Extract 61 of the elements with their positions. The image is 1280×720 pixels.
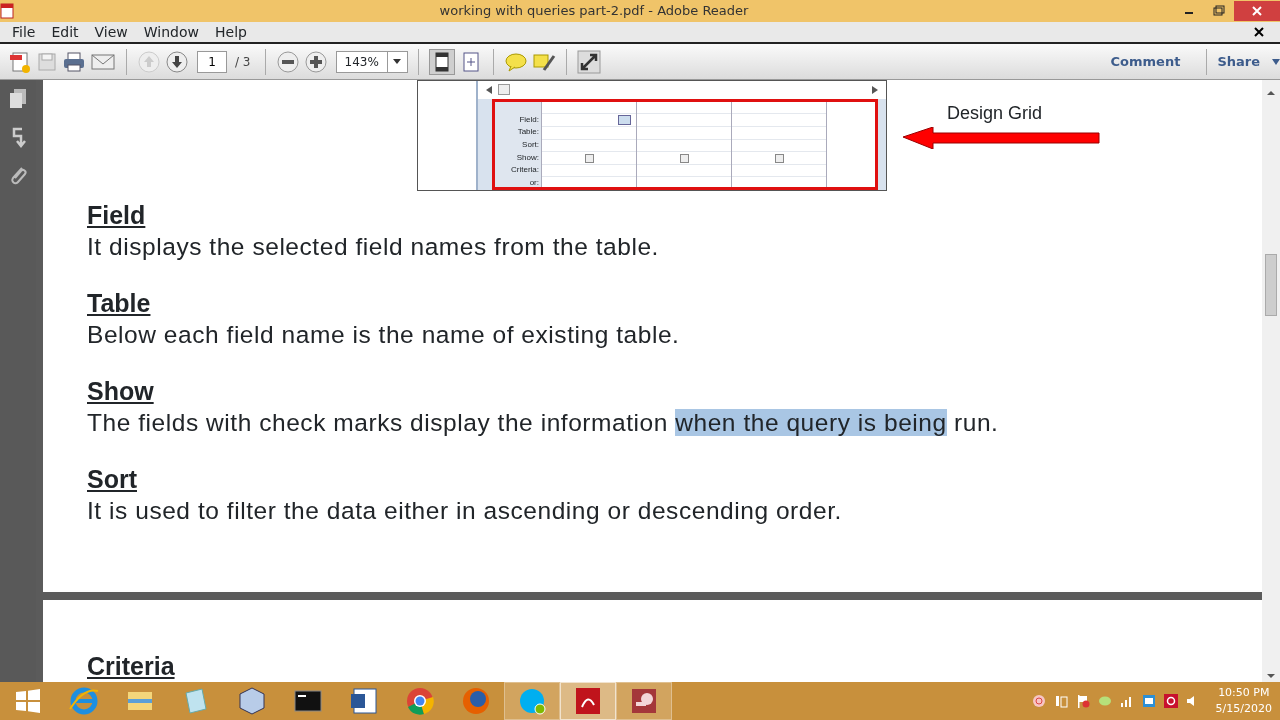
section-text: It displays the selected field names from the table. [87, 232, 660, 262]
section-text: The fields with check marks display the information when the query is being run. [87, 408, 1000, 438]
full-screen-icon[interactable] [576, 49, 601, 74]
page-count: / 3 [235, 53, 251, 71]
word-document-icon [348, 685, 380, 717]
right-arrow-icon [872, 85, 878, 94]
keyboard-icon[interactable] [1141, 694, 1156, 708]
taskbar-button[interactable] [616, 682, 672, 720]
section-text: It is used to filter the data either in ascending or descending order. [87, 496, 843, 526]
browser-e-icon [68, 685, 100, 717]
print-icon[interactable] [62, 50, 86, 73]
cube-icon [236, 685, 268, 717]
grid-row-label: or: [528, 176, 539, 187]
q-app-icon[interactable] [1163, 694, 1178, 708]
callout-label: Design Grid [947, 102, 1044, 125]
page-number-field[interactable]: 1 [197, 50, 227, 73]
grid-row-label: Show: [515, 151, 539, 164]
close-button[interactable] [1234, 1, 1280, 21]
caret-icon[interactable] [393, 59, 402, 64]
pages-icon[interactable] [8, 88, 28, 110]
next-page-icon[interactable] [165, 49, 189, 74]
menu-item[interactable]: Help [207, 21, 255, 43]
create-document-icon[interactable] [8, 49, 32, 74]
window-title: working with queries part-2.pdf - Adobe Reader [438, 2, 750, 21]
section-heading: Field [87, 200, 147, 231]
grid-row-label: Criteria: [510, 164, 539, 177]
pdf-file-icon [0, 3, 14, 19]
section-heading: Criteria [87, 651, 176, 682]
caret-icon[interactable] [1272, 58, 1280, 65]
network-bars-icon[interactable] [1119, 694, 1134, 708]
section-heading: Sort [87, 464, 138, 495]
menu-item[interactable]: Window [135, 21, 207, 43]
chrome-icon [404, 685, 436, 717]
firefox-icon [460, 685, 492, 717]
scrollbar-thumb[interactable] [1265, 254, 1277, 316]
zoom-out-icon[interactable] [275, 49, 300, 74]
grid-row-label: Sort: [521, 139, 539, 151]
left-arrow-icon [486, 85, 492, 94]
share-link[interactable]: Share [1217, 51, 1268, 72]
menu-item[interactable]: Edit [43, 21, 87, 43]
windows-logo-icon[interactable] [15, 688, 41, 714]
flag-icon[interactable] [1075, 694, 1090, 708]
zoom-dropdown[interactable]: 143% [335, 50, 408, 73]
dropdown-icon [617, 115, 631, 126]
comment-link[interactable]: Comment [1110, 51, 1197, 72]
section-heading: Show [87, 376, 155, 407]
close-icon [1252, 6, 1262, 16]
section-heading: Table [87, 288, 152, 319]
email-icon[interactable] [90, 51, 116, 72]
menu-item[interactable]: File [4, 21, 44, 43]
close-icon[interactable] [1254, 27, 1264, 37]
plug-icon[interactable] [1053, 694, 1068, 708]
fit-page-button[interactable] [428, 48, 455, 75]
circle-logo-icon[interactable] [1031, 694, 1046, 708]
taskbar-button[interactable] [560, 682, 616, 720]
zoom-in-icon[interactable] [303, 49, 328, 74]
section-text: Below each field name is the name of existing table. [87, 320, 681, 350]
menu-item[interactable]: View [86, 21, 136, 43]
grid-row-label: Field: [518, 113, 539, 126]
scrollbar-thumb [498, 84, 510, 96]
grid-row-label: Table: [516, 126, 539, 139]
